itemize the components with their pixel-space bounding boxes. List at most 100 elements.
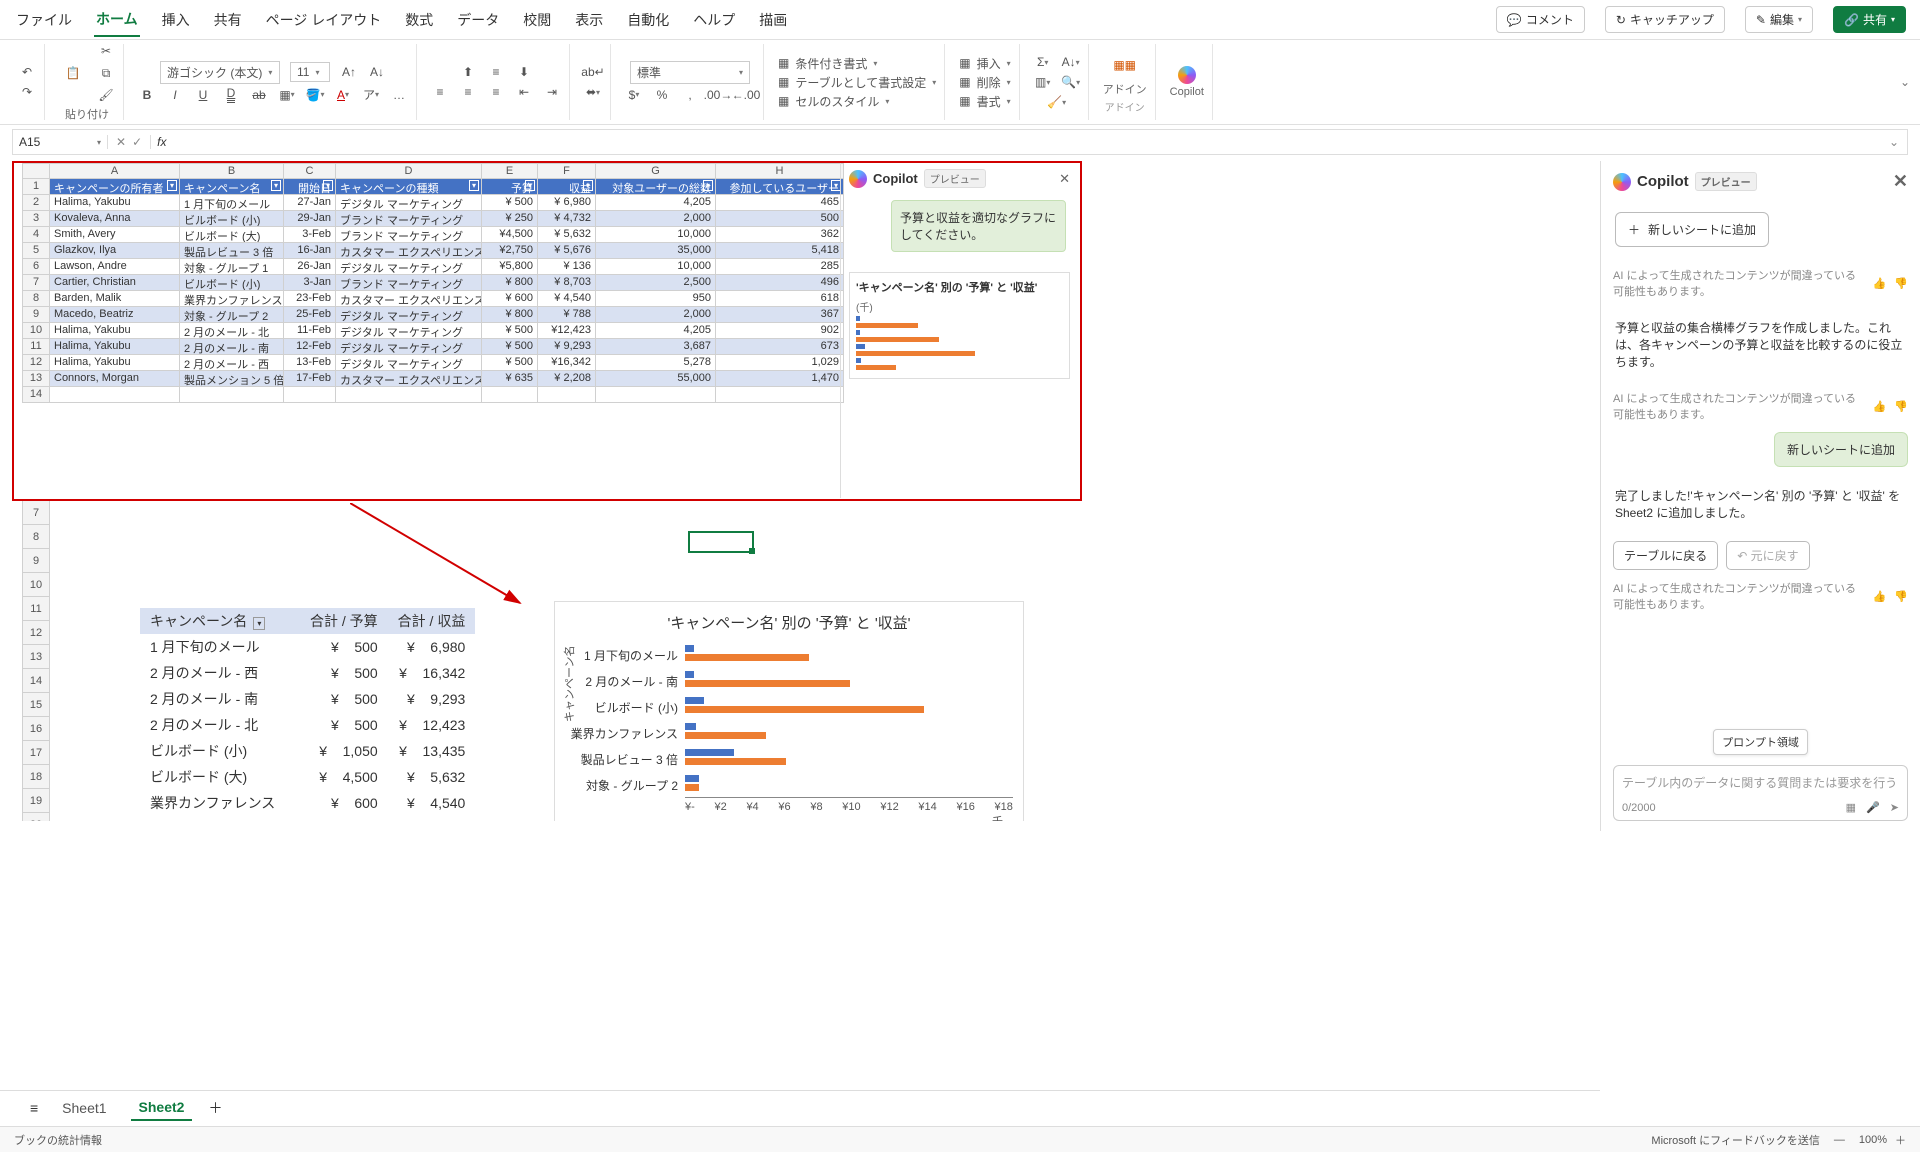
- header-cell[interactable]: 参加しているユーザー: [716, 179, 844, 195]
- name-box[interactable]: A15▾: [13, 135, 108, 149]
- cell[interactable]: 2,000: [596, 211, 716, 227]
- add-sheet-button[interactable]: ＋ 新しいシートに追加: [1615, 212, 1769, 247]
- edit-button[interactable]: ✎ 編集 ▾: [1745, 6, 1813, 33]
- align-bottom-icon[interactable]: ⬇: [515, 63, 533, 81]
- row-header[interactable]: 7: [22, 501, 50, 525]
- cell[interactable]: 5,278: [596, 355, 716, 371]
- redo-icon[interactable]: ↷: [18, 83, 36, 101]
- cell[interactable]: Kovaleva, Anna: [50, 211, 180, 227]
- cell[interactable]: 367: [716, 307, 844, 323]
- cell[interactable]: 17-Feb: [284, 371, 336, 387]
- find-icon[interactable]: 🔍▾: [1062, 73, 1080, 91]
- cell[interactable]: カスタマー エクスペリエンス: [336, 243, 482, 259]
- pivot-table[interactable]: キャンペーン名▾ 合計 / 予算 合計 / 収益 1 月下旬のメール¥ 500¥…: [140, 608, 475, 821]
- indent-dec-icon[interactable]: ⇤: [515, 83, 533, 101]
- pivot-cell[interactable]: 1 月下旬のメール: [140, 634, 300, 660]
- cell[interactable]: 1,029: [716, 355, 844, 371]
- close-icon[interactable]: ✕: [1059, 171, 1070, 187]
- cell[interactable]: Macedo, Beatriz: [50, 307, 180, 323]
- format-painter-icon[interactable]: 🖌: [97, 86, 115, 104]
- currency-icon[interactable]: $▾: [625, 86, 643, 104]
- cell[interactable]: 362: [716, 227, 844, 243]
- header-cell[interactable]: キャンペーン名: [180, 179, 284, 195]
- cell[interactable]: ¥ 788: [538, 307, 596, 323]
- cell[interactable]: ¥ 4,540: [538, 291, 596, 307]
- clear-icon[interactable]: 🧹▾: [1048, 93, 1066, 111]
- cell[interactable]: 3-Feb: [284, 227, 336, 243]
- sheet1-tab[interactable]: Sheet1: [54, 1096, 114, 1120]
- pivot-cell[interactable]: ¥ 500: [300, 660, 388, 686]
- menu-formulas[interactable]: 数式: [403, 4, 435, 36]
- menu-file[interactable]: ファイル: [14, 4, 74, 36]
- cell[interactable]: [336, 387, 482, 403]
- cell[interactable]: ビルボード (小): [180, 211, 284, 227]
- cell[interactable]: 25-Feb: [284, 307, 336, 323]
- cell[interactable]: ¥5,800: [482, 259, 538, 275]
- font-size-select[interactable]: 11▾: [290, 62, 330, 82]
- thumbs-up-icon[interactable]: 👍: [1873, 400, 1887, 413]
- col-B[interactable]: B: [180, 163, 284, 179]
- row-header[interactable]: 13: [22, 645, 50, 669]
- number-format-select[interactable]: 標準▾: [630, 61, 750, 84]
- row-header[interactable]: 20: [22, 813, 50, 821]
- decrease-font-icon[interactable]: A↓: [368, 63, 386, 81]
- col-G[interactable]: G: [596, 163, 716, 179]
- cell[interactable]: ¥ 2,208: [538, 371, 596, 387]
- pivot-cell[interactable]: ビルボード (小): [140, 738, 300, 764]
- cell[interactable]: ¥ 9,293: [538, 339, 596, 355]
- back-to-table-button[interactable]: テーブルに戻る: [1613, 541, 1718, 570]
- cell[interactable]: 対象 - グループ 2: [180, 307, 284, 323]
- cell[interactable]: 618: [716, 291, 844, 307]
- cell[interactable]: 26-Jan: [284, 259, 336, 275]
- conditional-format-button[interactable]: ▦ 条件付き書式 ▾: [778, 55, 877, 72]
- cell[interactable]: 4,205: [596, 195, 716, 211]
- pivot-cell[interactable]: ¥ 500: [300, 634, 388, 660]
- cell[interactable]: Halima, Yakubu: [50, 323, 180, 339]
- cell[interactable]: デジタル マーケティング: [336, 323, 482, 339]
- cell[interactable]: Connors, Morgan: [50, 371, 180, 387]
- catchup-button[interactable]: ↻ キャッチアップ: [1605, 6, 1725, 33]
- cell[interactable]: Halima, Yakubu: [50, 355, 180, 371]
- cell[interactable]: [538, 387, 596, 403]
- pivot-cell[interactable]: 2 月のメール - 北: [140, 712, 300, 738]
- cell[interactable]: 673: [716, 339, 844, 355]
- indent-inc-icon[interactable]: ⇥: [543, 83, 561, 101]
- pivot-cell[interactable]: ¥ 1,050: [300, 738, 388, 764]
- cell[interactable]: 対象 - グループ 1: [180, 259, 284, 275]
- bar-chart[interactable]: 'キャンペーン名' 別の '予算' と '収益' キャンペーン名 1 月下旬のメ…: [554, 601, 1024, 821]
- all-sheets-icon[interactable]: ≡: [30, 1100, 38, 1116]
- fill-color-icon[interactable]: 🪣▾: [306, 86, 324, 104]
- bold-icon[interactable]: B: [138, 86, 156, 104]
- header-cell[interactable]: 収益: [538, 179, 596, 195]
- dec-decimal-icon[interactable]: ←.00: [737, 86, 755, 104]
- row-header[interactable]: 15: [22, 693, 50, 717]
- autosum-icon[interactable]: Σ▾: [1034, 53, 1052, 71]
- cell[interactable]: ¥2,750: [482, 243, 538, 259]
- pivot-cell[interactable]: 業界カンファレンス: [140, 790, 300, 816]
- mic-icon[interactable]: 🎤: [1866, 801, 1880, 814]
- wrap-icon[interactable]: ab↵: [584, 63, 602, 81]
- menu-review[interactable]: 校閲: [521, 4, 553, 36]
- pivot-cell[interactable]: 2 月のメール - 西: [140, 660, 300, 686]
- col-H[interactable]: H: [716, 163, 844, 179]
- cell[interactable]: Glazkov, Ilya: [50, 243, 180, 259]
- cell[interactable]: Cartier, Christian: [50, 275, 180, 291]
- share-button[interactable]: 🔗 共有 ▾: [1833, 6, 1906, 33]
- cell[interactable]: ¥ 500: [482, 195, 538, 211]
- cell[interactable]: 2 月のメール - 西: [180, 355, 284, 371]
- cell[interactable]: デジタル マーケティング: [336, 355, 482, 371]
- status-left[interactable]: ブックの統計情報: [14, 1132, 102, 1148]
- cell[interactable]: ¥ 500: [482, 339, 538, 355]
- double-underline-icon[interactable]: D: [222, 86, 240, 104]
- cell[interactable]: ¥ 8,703: [538, 275, 596, 291]
- cell[interactable]: デジタル マーケティング: [336, 307, 482, 323]
- feedback-link[interactable]: Microsoft にフィードバックを送信: [1651, 1132, 1819, 1148]
- font-color-icon[interactable]: A▾: [334, 86, 352, 104]
- thumbs-up-icon[interactable]: 👍: [1873, 277, 1887, 290]
- header-cell[interactable]: 開始日: [284, 179, 336, 195]
- cell[interactable]: Smith, Avery: [50, 227, 180, 243]
- selected-cell[interactable]: [688, 531, 754, 553]
- addin-icon[interactable]: ▦▦: [1111, 51, 1139, 79]
- menu-automate[interactable]: 自動化: [625, 4, 671, 36]
- pivot-cell[interactable]: ¥ 13,435: [388, 738, 476, 764]
